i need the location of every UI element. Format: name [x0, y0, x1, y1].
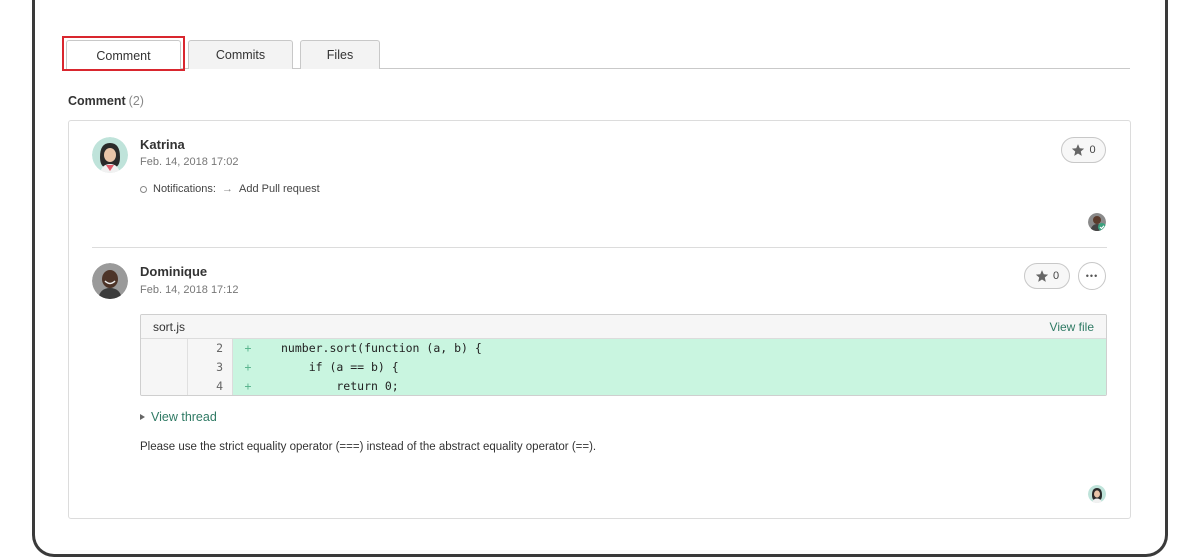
comment-body: Please use the strict equality operator …	[140, 441, 597, 453]
avatar-katrina[interactable]	[92, 137, 128, 173]
view-file-link[interactable]: View file	[1050, 320, 1094, 334]
comment-timestamp: Feb. 14, 2018 17:12	[140, 284, 239, 296]
star-count: 0	[1052, 270, 1060, 282]
code-line: 4 + return 0;	[141, 377, 1106, 395]
code-file-name: sort.js	[153, 319, 186, 334]
code-text: if (a == b) {	[281, 360, 399, 374]
code-text: number.sort(function (a, b) {	[281, 341, 482, 355]
star-button[interactable]: 0	[1061, 137, 1106, 163]
code-line: 3 + if (a == b) {	[141, 358, 1106, 377]
avatar-dominique[interactable]	[92, 263, 128, 299]
tab-comment-label: Comment	[96, 48, 151, 63]
comment-author[interactable]: Dominique	[140, 264, 207, 279]
comment-author[interactable]: Katrina	[140, 137, 185, 152]
reader-avatar-icon[interactable]	[1088, 485, 1106, 503]
view-thread-link[interactable]: View thread	[140, 410, 217, 424]
added-line: + return 0;	[233, 377, 1106, 395]
more-options-button[interactable]: •••	[1078, 262, 1106, 290]
comment-count: (2)	[128, 94, 144, 108]
added-marker: +	[244, 341, 252, 355]
reviewer-avatar-icon[interactable]	[1088, 213, 1106, 231]
star-button[interactable]: 0	[1024, 263, 1070, 289]
view-thread-label: View thread	[151, 410, 217, 424]
star-icon	[1072, 144, 1085, 156]
section-title: Comment (2)	[68, 94, 144, 108]
notification-label: Notifications:	[153, 183, 216, 195]
section-title-text: Comment	[68, 94, 126, 108]
arrow-right-icon: →	[221, 183, 233, 195]
tab-commits[interactable]: Commits	[188, 40, 293, 69]
old-line-number	[141, 339, 188, 358]
code-header: sort.js View file	[141, 315, 1106, 339]
tab-comment[interactable]: Comment	[66, 40, 181, 70]
code-line: 2 + number.sort(function (a, b) {	[141, 339, 1106, 358]
code-diff-box: sort.js View file 2 + number.sort(functi…	[140, 314, 1107, 396]
star-count: 0	[1089, 144, 1096, 156]
old-line-number	[141, 377, 188, 395]
new-line-number: 4	[188, 377, 233, 395]
notification-event: Notifications: → Add Pull request	[140, 183, 320, 195]
old-line-number	[141, 358, 188, 377]
triangle-right-icon	[140, 414, 145, 420]
star-icon	[1035, 270, 1049, 282]
more-dots-icon: •••	[1085, 271, 1099, 281]
tab-commits-label: Commits	[215, 48, 266, 62]
tab-files[interactable]: Files	[300, 40, 380, 69]
event-dot-icon	[140, 185, 147, 193]
comment-timestamp: Feb. 14, 2018 17:02	[140, 156, 239, 168]
tab-files-label: Files	[326, 48, 354, 62]
added-line: + if (a == b) {	[233, 358, 1106, 377]
added-marker: +	[244, 379, 252, 393]
code-text: return 0;	[281, 379, 399, 393]
added-line: + number.sort(function (a, b) {	[233, 339, 1106, 358]
new-line-number: 2	[188, 339, 233, 358]
new-line-number: 3	[188, 358, 233, 377]
comment-divider	[92, 247, 1107, 248]
notification-action: Add Pull request	[238, 183, 320, 195]
tab-bar: Comment Commits Files	[66, 40, 1130, 70]
added-marker: +	[244, 360, 252, 374]
